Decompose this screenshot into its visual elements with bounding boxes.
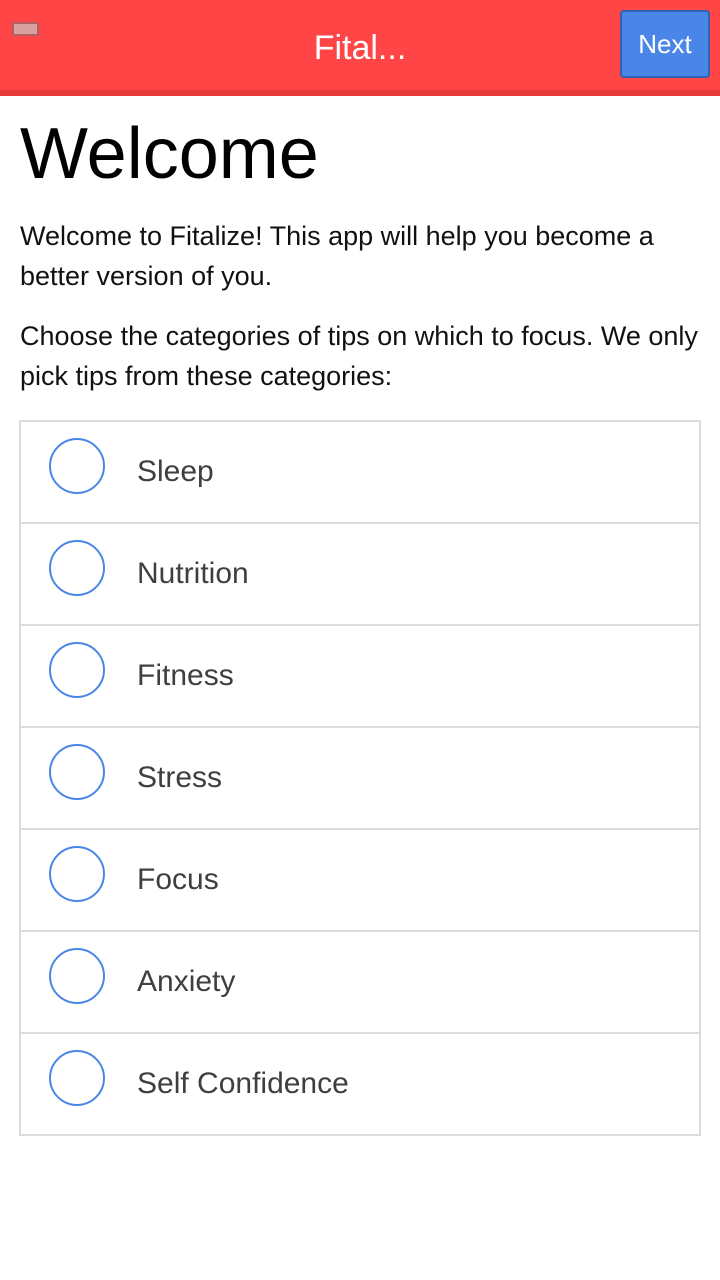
category-item-fitness[interactable]: Fitness xyxy=(21,626,699,728)
radio-button[interactable] xyxy=(49,642,105,698)
radio-button[interactable] xyxy=(49,1050,105,1106)
category-label: Nutrition xyxy=(137,557,249,590)
next-button[interactable]: Next xyxy=(620,10,710,78)
category-item-anxiety[interactable]: Anxiety xyxy=(21,932,699,1034)
app-title: Fital... xyxy=(313,29,407,67)
intro-text: Welcome to Fitalize! This app will help … xyxy=(20,221,654,291)
app-header: Fital... Next xyxy=(0,0,720,96)
radio-button[interactable] xyxy=(49,744,105,800)
page-title: Welcome xyxy=(20,114,319,194)
category-list: Sleep Nutrition Fitness Stress Focus Anx… xyxy=(19,420,701,1136)
category-label: Sleep xyxy=(137,455,214,488)
category-item-nutrition[interactable]: Nutrition xyxy=(21,524,699,626)
category-item-self-confidence[interactable]: Self Confidence xyxy=(21,1034,699,1134)
category-label: Self Confidence xyxy=(137,1067,349,1100)
instructions-text: Choose the categories of tips on which t… xyxy=(20,321,698,391)
category-item-stress[interactable]: Stress xyxy=(21,728,699,830)
category-label: Fitness xyxy=(137,659,234,692)
category-label: Anxiety xyxy=(137,965,236,998)
category-item-focus[interactable]: Focus xyxy=(21,830,699,932)
category-item-sleep[interactable]: Sleep xyxy=(21,422,699,524)
category-label: Stress xyxy=(137,761,223,794)
category-label: Focus xyxy=(137,863,219,896)
radio-button[interactable] xyxy=(49,438,105,494)
main-content: Welcome Welcome to Fitalize! This app wi… xyxy=(20,96,700,416)
radio-button[interactable] xyxy=(49,540,105,596)
radio-button[interactable] xyxy=(49,846,105,902)
radio-button[interactable] xyxy=(49,948,105,1004)
